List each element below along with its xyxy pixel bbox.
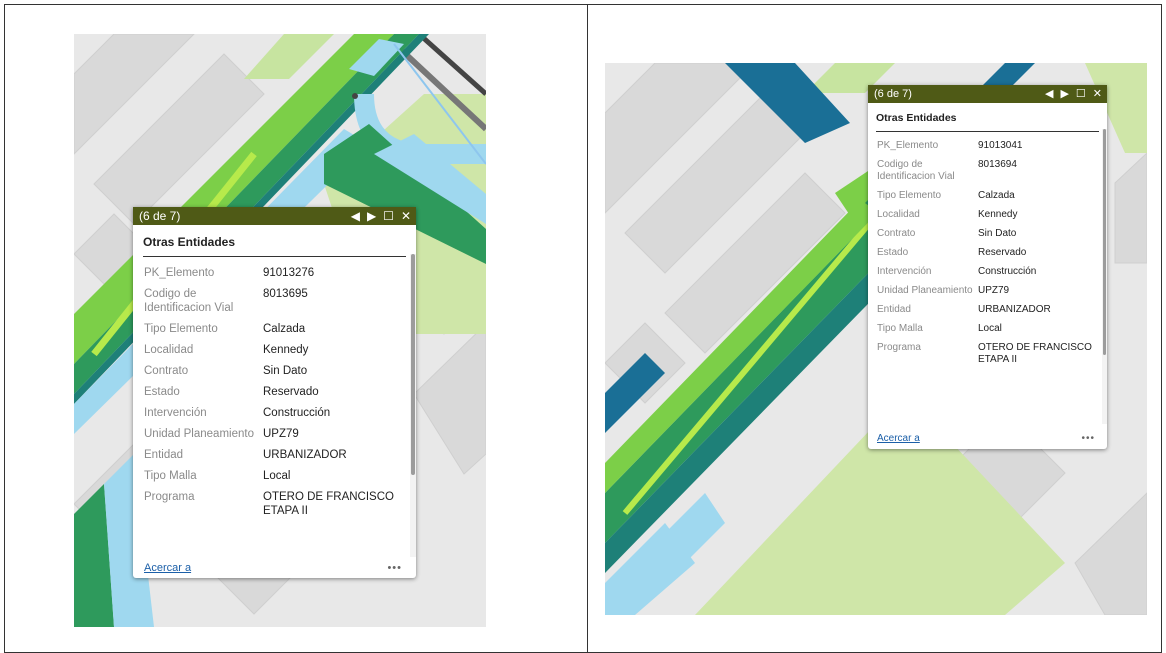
attribute-value: URBANIZADOR xyxy=(263,449,347,461)
attribute-row: Codigo de Identificacion Vial 8013695 xyxy=(144,287,406,315)
attribute-key: Localidad xyxy=(877,209,920,220)
attribute-row: PK_Elemento 91013041 xyxy=(877,140,1099,152)
attribute-value: URBANIZADOR xyxy=(978,304,1051,315)
attribute-key: Localidad xyxy=(144,344,194,356)
attribute-value: Sin Dato xyxy=(978,228,1017,239)
maximize-icon[interactable]: ☐ xyxy=(383,210,394,222)
attribute-row: Tipo Malla Local xyxy=(877,323,1099,335)
attribute-key: Tipo Elemento xyxy=(877,190,942,201)
feature-popup-left: (6 de 7) ◀ ▶ ☐ ✕ Otras Entidades PK_Elem… xyxy=(133,207,416,578)
attribute-row: Contrato Sin Dato xyxy=(877,228,1099,240)
attribute-key: Entidad xyxy=(877,304,911,315)
attribute-row: Codigo de Identificacion Vial 8013694 xyxy=(877,159,1099,183)
attribute-row: Tipo Elemento Calzada xyxy=(877,190,1099,202)
scrollbar-thumb[interactable] xyxy=(1103,129,1106,355)
attribute-row: Programa OTERO DE FRANCISCO ETAPA II xyxy=(144,490,406,518)
attribute-row: Unidad Planeamiento UPZ79 xyxy=(144,427,406,441)
popup-title: Otras Entidades xyxy=(876,112,1099,132)
popup-scrollbar[interactable] xyxy=(1102,129,1107,424)
attribute-row: Contrato Sin Dato xyxy=(144,364,406,378)
attribute-key: Estado xyxy=(144,386,180,398)
attribute-value: 91013276 xyxy=(263,267,315,279)
attribute-row: Unidad Planeamiento UPZ79 xyxy=(877,285,1099,297)
popup-scrollbar[interactable] xyxy=(410,254,416,557)
popup-footer: Acercar a ••• xyxy=(144,562,402,574)
attribute-key: Programa xyxy=(877,342,921,353)
more-actions-icon[interactable]: ••• xyxy=(387,562,402,574)
attribute-value: Reservado xyxy=(263,386,319,398)
attribute-key: Unidad Planeamiento xyxy=(144,428,254,440)
attribute-value: UPZ79 xyxy=(978,285,1010,296)
attribute-key: PK_Elemento xyxy=(877,140,939,151)
attribute-value: Sin Dato xyxy=(263,365,308,377)
attribute-key: Estado xyxy=(877,247,909,258)
attribute-key: Contrato xyxy=(877,228,916,239)
zoom-to-link[interactable]: Acercar a xyxy=(144,562,191,574)
feature-popup-right: (6 de 7) ◀ ▶ ☐ ✕ Otras Entidades PK_Elem… xyxy=(868,85,1107,449)
attribute-key: PK_Elemento xyxy=(144,267,215,279)
attribute-row: Estado Reservado xyxy=(144,385,406,399)
attribute-value: UPZ79 xyxy=(263,428,299,440)
attribute-key: Tipo Elemento xyxy=(144,323,218,335)
attribute-row: Localidad Kennedy xyxy=(144,343,406,357)
attribute-row: Entidad URBANIZADOR xyxy=(877,304,1099,316)
attribute-value: 91013041 xyxy=(978,140,1023,151)
attribute-row: Estado Reservado xyxy=(877,247,1099,259)
prev-feature-icon[interactable]: ◀ xyxy=(1045,88,1053,100)
attribute-value: OTERO DE FRANCISCO ETAPA II xyxy=(263,491,394,517)
attribute-value: Calzada xyxy=(978,190,1015,201)
popup-header: (6 de 7) ◀ ▶ ☐ ✕ xyxy=(133,207,416,225)
attribute-key: Entidad xyxy=(144,449,184,461)
attribute-key: Programa xyxy=(144,491,195,503)
attribute-value: Construcción xyxy=(978,266,1037,277)
attribute-value: 8013695 xyxy=(263,288,308,300)
attribute-row: Entidad URBANIZADOR xyxy=(144,448,406,462)
close-icon[interactable]: ✕ xyxy=(401,210,411,222)
attribute-row: Intervención Construcción xyxy=(144,406,406,420)
more-actions-icon[interactable]: ••• xyxy=(1081,433,1095,444)
next-feature-icon[interactable]: ▶ xyxy=(1060,88,1068,100)
attribute-value: Kennedy xyxy=(978,209,1018,220)
attribute-row: Localidad Kennedy xyxy=(877,209,1099,221)
attribute-row: PK_Elemento 91013276 xyxy=(144,266,406,280)
attribute-row: Tipo Malla Local xyxy=(144,469,406,483)
zoom-to-link[interactable]: Acercar a xyxy=(877,433,920,444)
attribute-key: Intervención xyxy=(877,266,932,277)
attribute-key: Tipo Malla xyxy=(144,470,197,482)
popup-footer: Acercar a ••• xyxy=(877,433,1095,444)
attribute-key: Codigo de Identificacion Vial xyxy=(877,159,955,182)
attribute-key: Tipo Malla xyxy=(877,323,923,334)
prev-feature-icon[interactable]: ◀ xyxy=(351,210,360,222)
attribute-row: Programa OTERO DE FRANCISCO ETAPA II xyxy=(877,342,1099,366)
attribute-value: Construcción xyxy=(263,407,331,419)
attribute-value: Reservado xyxy=(978,247,1027,258)
popup-counter: (6 de 7) xyxy=(139,209,181,223)
popup-header: (6 de 7) ◀ ▶ ☐ ✕ xyxy=(868,85,1107,103)
popup-attribute-list: PK_Elemento 91013041 Codigo de Identifica… xyxy=(868,132,1107,427)
close-icon[interactable]: ✕ xyxy=(1093,88,1102,100)
column-divider xyxy=(587,4,588,653)
next-feature-icon[interactable]: ▶ xyxy=(367,210,376,222)
attribute-value: Calzada xyxy=(263,323,306,335)
attribute-key: Unidad Planeamiento xyxy=(877,285,973,296)
maximize-icon[interactable]: ☐ xyxy=(1076,88,1086,100)
attribute-row: Intervención Construcción xyxy=(877,266,1099,278)
attribute-key: Contrato xyxy=(144,365,189,377)
attribute-key: Codigo de Identificacion Vial xyxy=(144,288,234,314)
popup-counter: (6 de 7) xyxy=(874,88,912,100)
attribute-value: Local xyxy=(263,470,291,482)
attribute-value: OTERO DE FRANCISCO ETAPA II xyxy=(978,342,1092,365)
popup-title: Otras Entidades xyxy=(143,235,406,257)
attribute-value: Local xyxy=(978,323,1002,334)
attribute-row: Tipo Elemento Calzada xyxy=(144,322,406,336)
scrollbar-thumb[interactable] xyxy=(411,254,415,475)
attribute-value: Kennedy xyxy=(263,344,309,356)
popup-attribute-list: PK_Elemento 91013276 Codigo de Identifica… xyxy=(133,257,416,557)
attribute-value: 8013694 xyxy=(978,159,1017,170)
attribute-key: Intervención xyxy=(144,407,207,419)
